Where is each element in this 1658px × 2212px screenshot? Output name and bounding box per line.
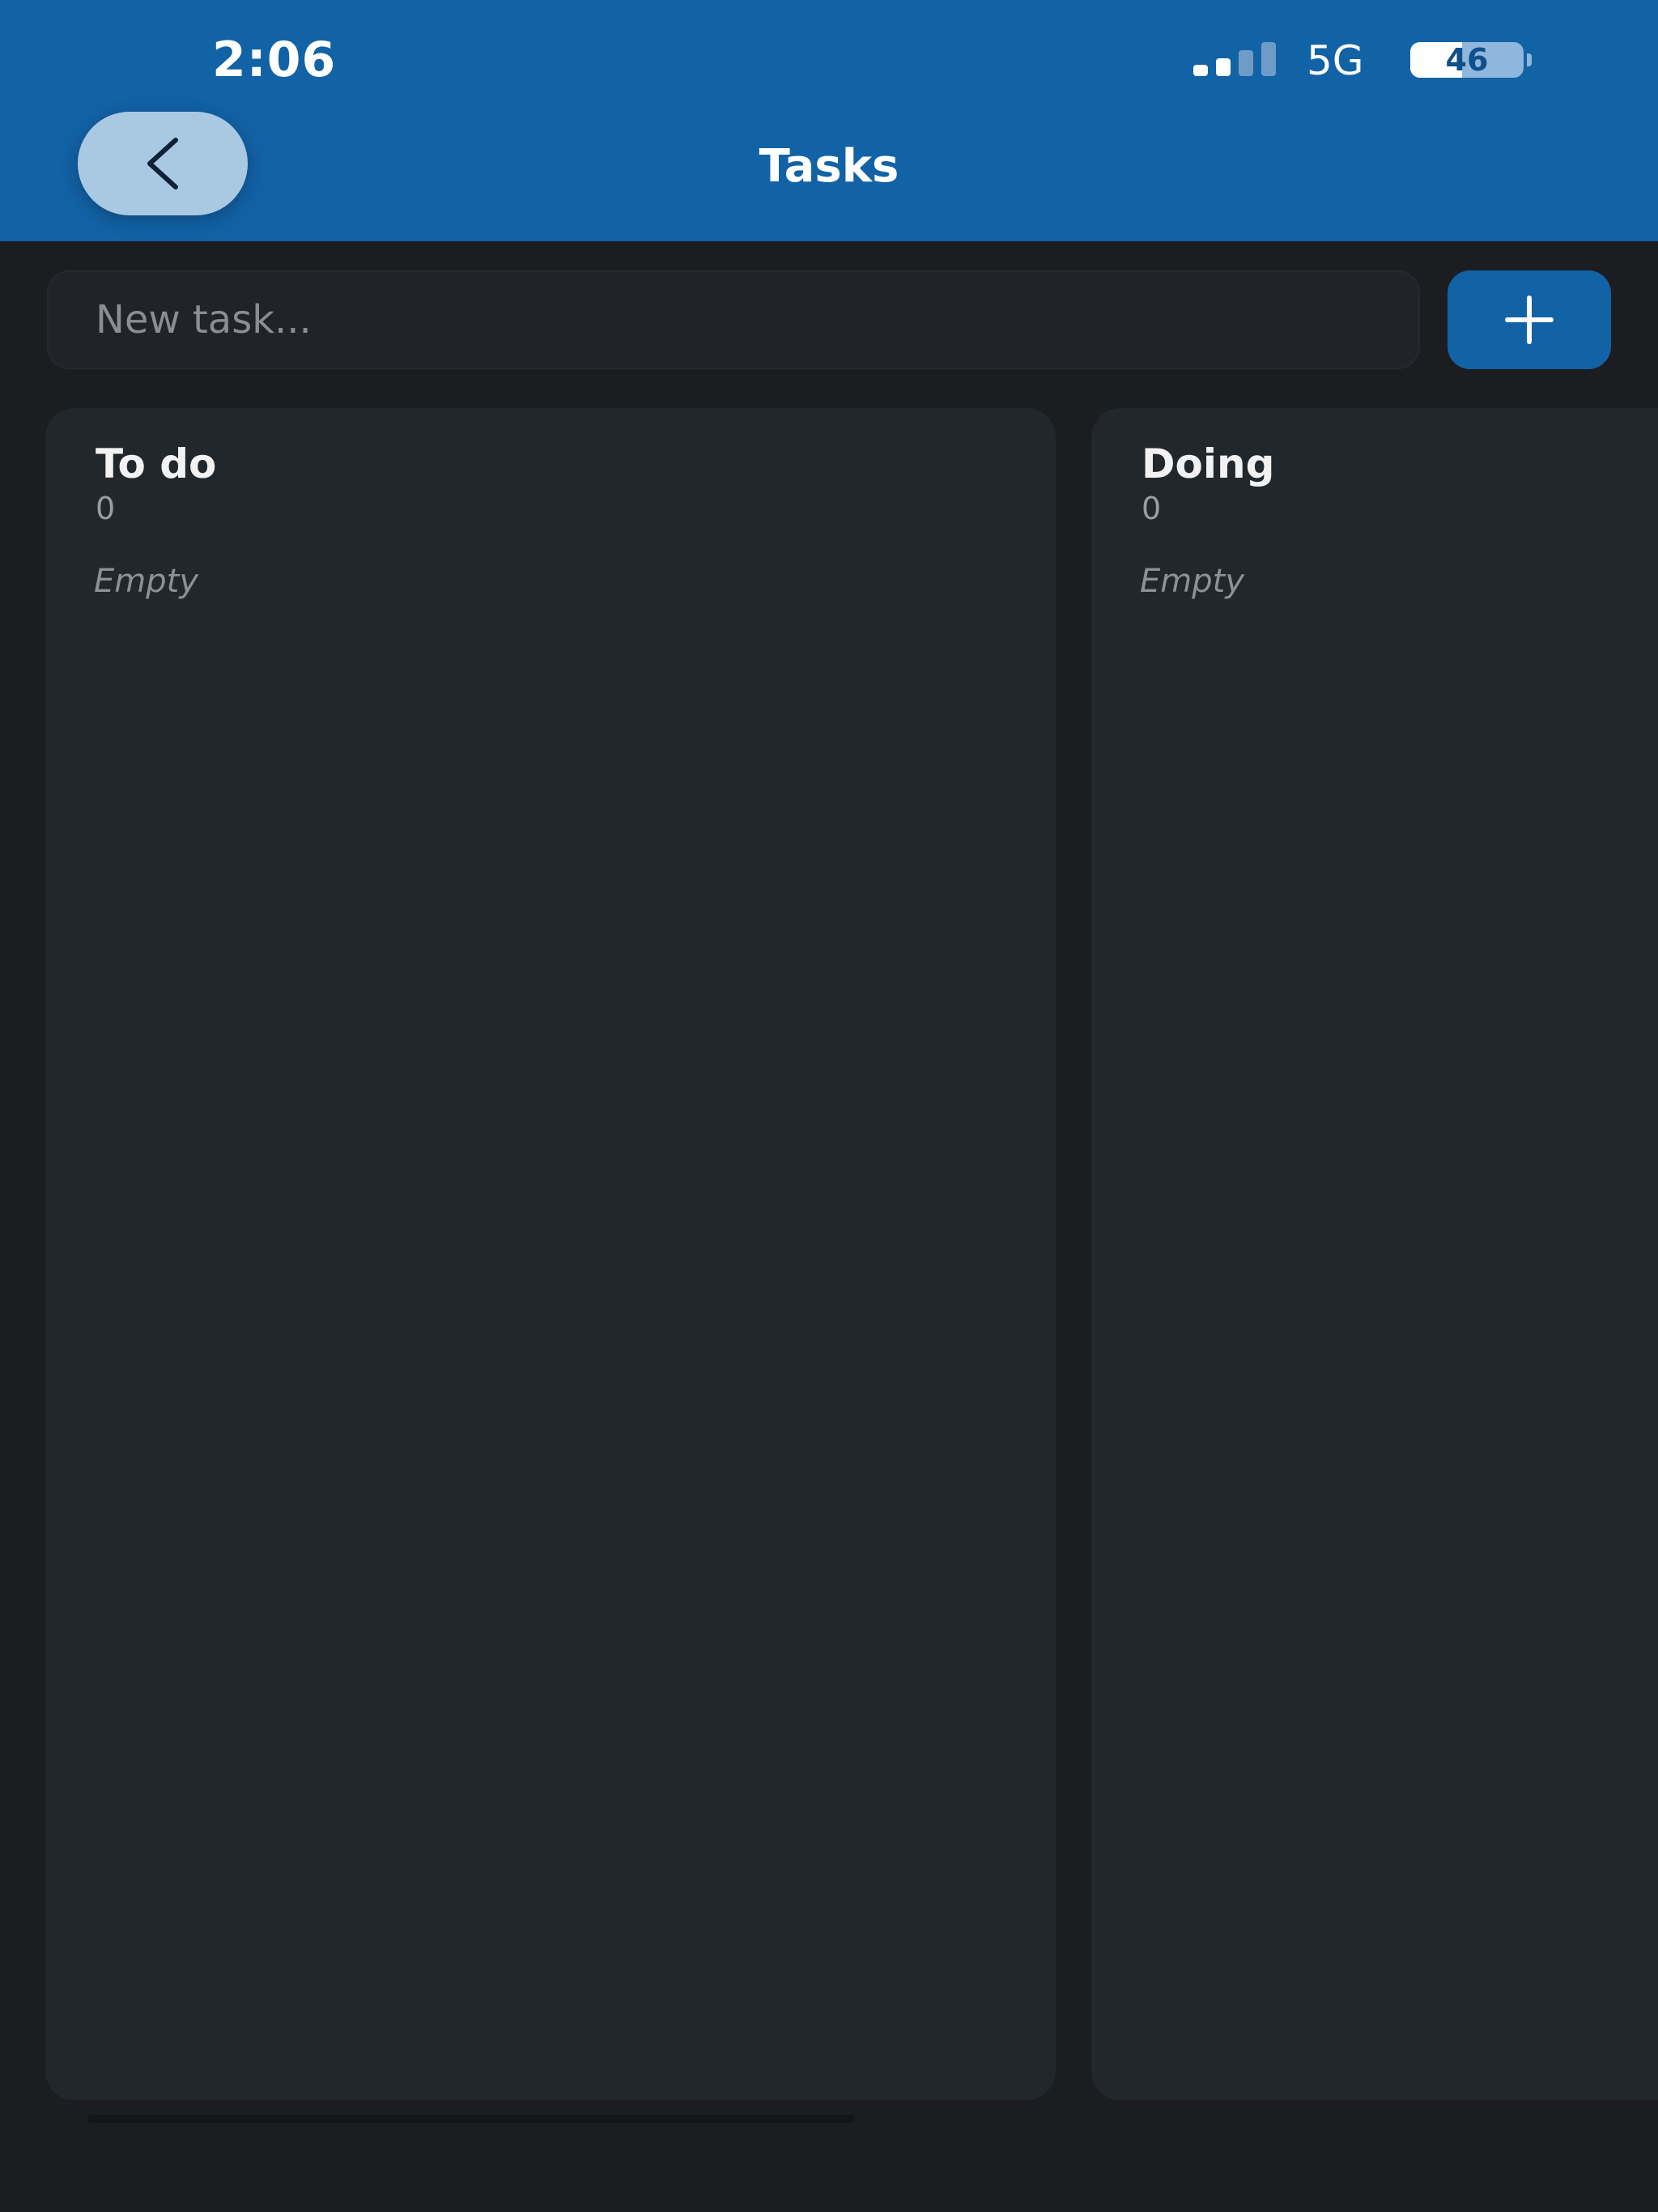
tasks-screen: 2:06 5G 46 Tasks To do 0 [0,0,1658,2212]
kanban-board: To do 0 Empty Doing 0 Empty [0,0,1658,2212]
column-title: To do [96,440,217,487]
column-empty-text: Empty [1140,563,1244,600]
column-count: 0 [96,491,116,526]
column-title: Doing [1141,440,1275,487]
column-count: 0 [1141,491,1162,526]
column-to-do[interactable]: To do 0 Empty [45,408,1056,2100]
column-empty-text: Empty [94,563,198,600]
horizontal-scroll-indicator[interactable] [87,2115,855,2123]
column-doing[interactable]: Doing 0 Empty [1091,408,1658,2100]
